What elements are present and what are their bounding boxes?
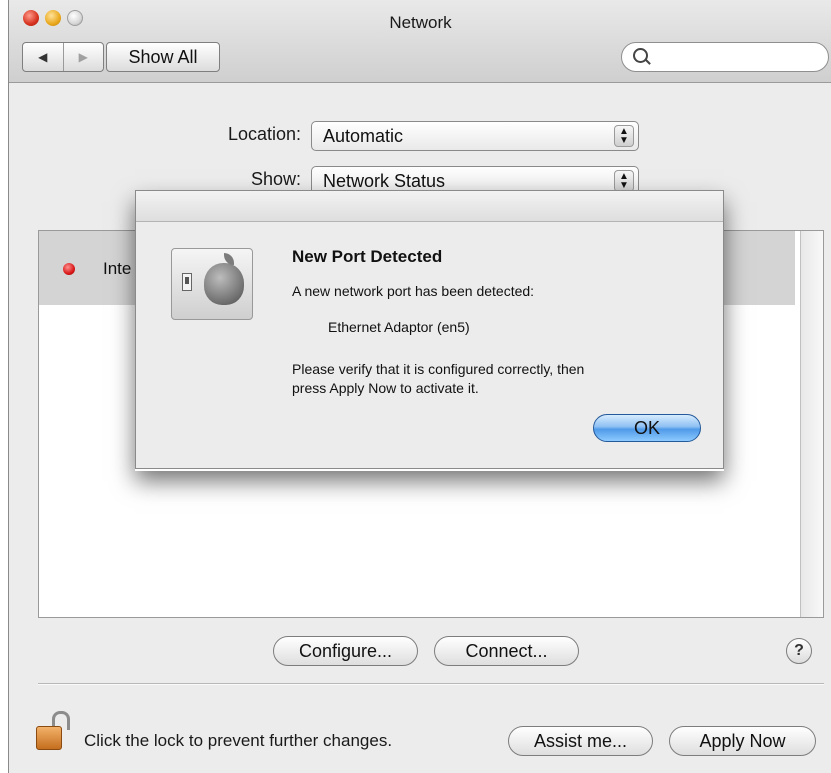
divider bbox=[38, 683, 824, 685]
assist-me-button[interactable]: Assist me... bbox=[508, 726, 653, 756]
ok-button[interactable]: OK bbox=[593, 414, 701, 442]
apply-now-button[interactable]: Apply Now bbox=[669, 726, 816, 756]
apple-icon bbox=[204, 263, 244, 305]
help-button[interactable]: ? bbox=[786, 638, 812, 664]
lock-icon[interactable] bbox=[36, 711, 70, 751]
network-window: Network ◀ ▶ Show All Location: Automatic… bbox=[8, 0, 831, 773]
system-preferences-icon bbox=[171, 248, 253, 320]
search-icon bbox=[633, 48, 648, 63]
configure-button[interactable]: Configure... bbox=[273, 636, 418, 666]
connect-button[interactable]: Connect... bbox=[434, 636, 579, 666]
popup-arrows-icon: ▲ ▼ bbox=[614, 170, 634, 192]
new-port-dialog: New Port Detected A new network port has… bbox=[135, 190, 724, 469]
dialog-top-bar bbox=[136, 191, 723, 222]
toolbar: Network ◀ ▶ Show All bbox=[9, 0, 831, 83]
switch-icon bbox=[182, 273, 192, 291]
search-input[interactable] bbox=[656, 47, 820, 69]
show-label: Show: bbox=[250, 169, 301, 189]
lock-message: Click the lock to prevent further change… bbox=[84, 731, 393, 750]
forward-button[interactable]: ▶ bbox=[64, 43, 104, 71]
back-button[interactable]: ◀ bbox=[23, 43, 64, 71]
dialog-port-name: Ethernet Adaptor (en5) bbox=[328, 319, 470, 335]
scrollbar[interactable] bbox=[800, 231, 823, 617]
status-red-icon bbox=[63, 263, 75, 275]
dialog-title: New Port Detected bbox=[292, 247, 443, 266]
dialog-instructions-1: Please verify that it is configured corr… bbox=[292, 361, 585, 377]
show-all-button[interactable]: Show All bbox=[106, 42, 220, 72]
dialog-message: A new network port has been detected: bbox=[292, 283, 535, 299]
location-label: Location: bbox=[227, 124, 301, 144]
location-popup[interactable]: Automatic ▲ ▼ bbox=[311, 121, 639, 151]
window-title: Network bbox=[389, 13, 452, 32]
back-forward-control: ◀ ▶ bbox=[22, 42, 104, 72]
show-value: Network Status bbox=[323, 171, 446, 191]
list-item-label: Inte bbox=[103, 259, 132, 278]
location-value: Automatic bbox=[323, 126, 404, 146]
search-field[interactable] bbox=[621, 42, 829, 72]
popup-arrows-icon: ▲ ▼ bbox=[614, 125, 634, 147]
dialog-instructions-2: press Apply Now to activate it. bbox=[292, 380, 479, 396]
